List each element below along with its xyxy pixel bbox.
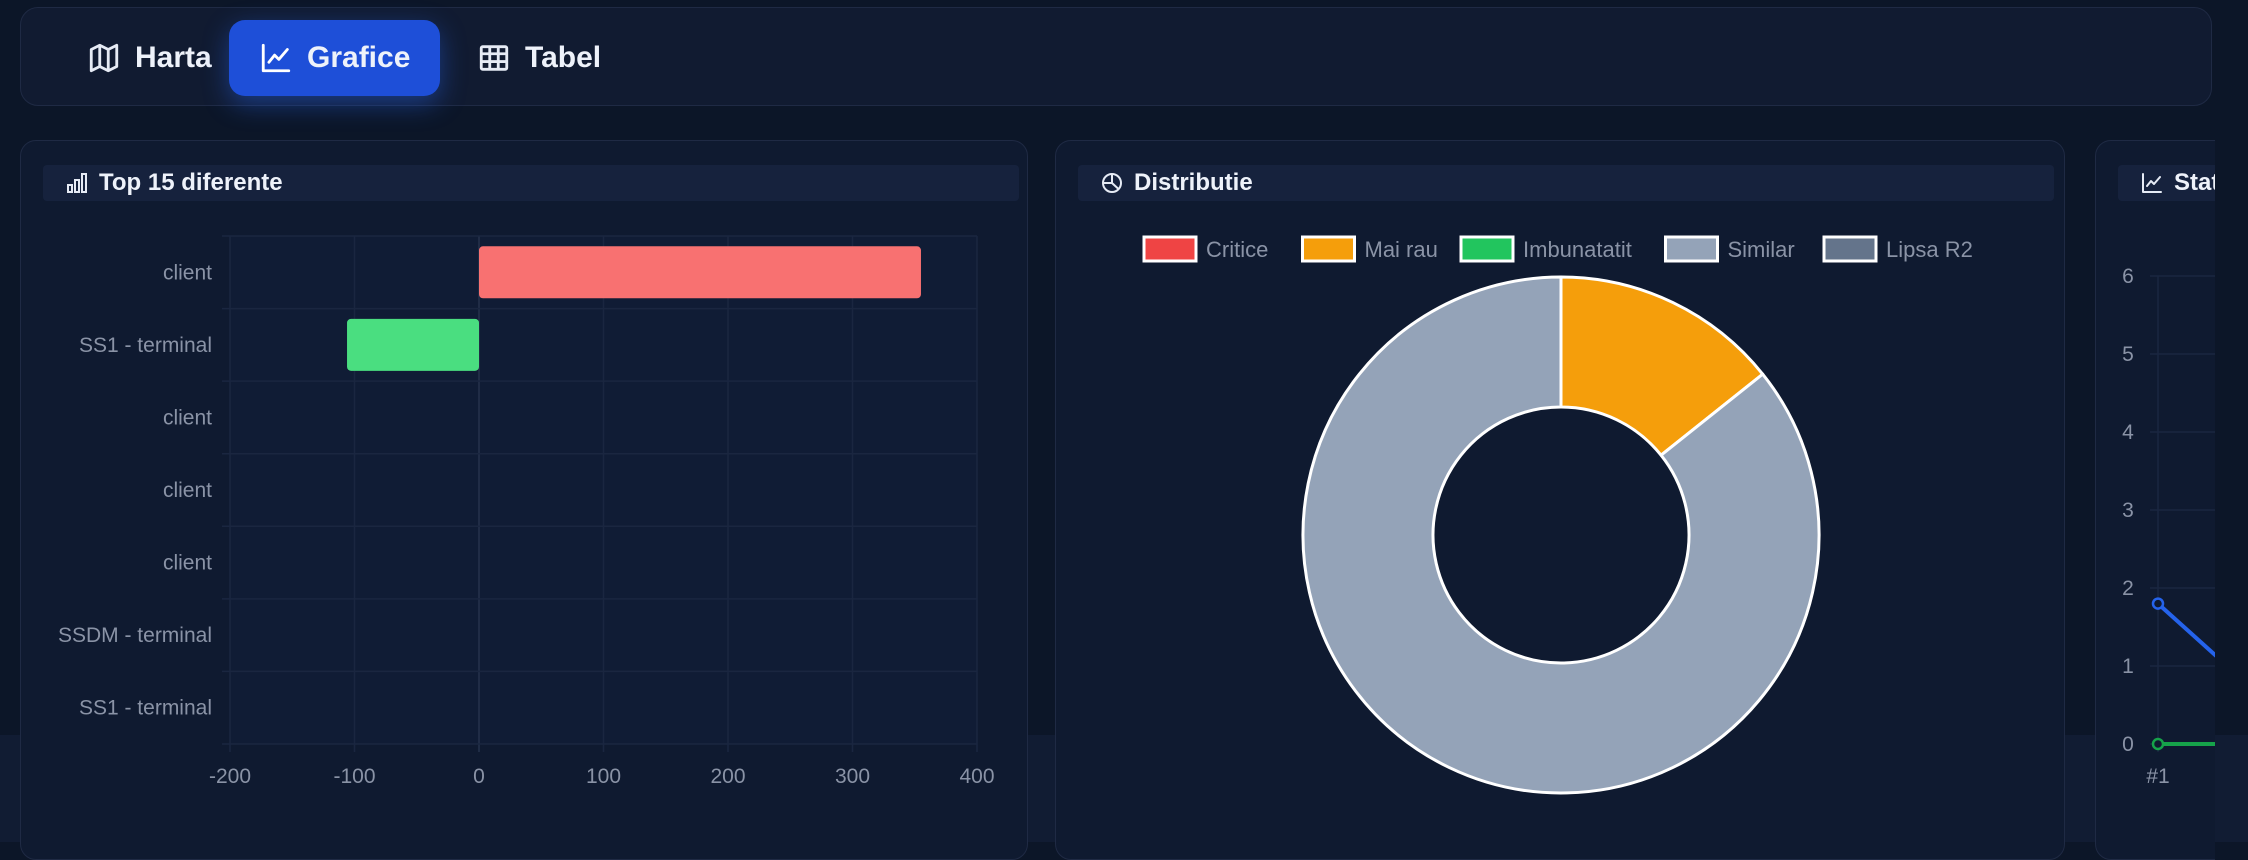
x-tick-label: 0 xyxy=(473,765,485,788)
bar xyxy=(347,318,479,371)
y-tick-label: 0 xyxy=(2122,733,2134,756)
legend-swatch xyxy=(1664,235,1719,263)
x-tick-label: 100 xyxy=(586,765,621,788)
distribution-card: Distributie Critice Mai rau Imbunatatit Sim… xyxy=(1055,140,2065,860)
x-tick-label: 200 xyxy=(710,765,745,788)
y-tick-label: 6 xyxy=(2122,265,2134,288)
map-icon xyxy=(89,43,119,73)
top-differences-card: Top 15 diferente -200 -100 0 100 200 300 400 cl… xyxy=(20,140,1028,860)
legend-label: Imbunatatit xyxy=(1523,237,1632,262)
x-tick-label: 300 xyxy=(835,765,870,788)
legend-label: Critice xyxy=(1206,237,1268,262)
tab-harta-label: Harta xyxy=(135,41,212,74)
y-tick-label: 3 xyxy=(2122,499,2134,522)
tab-grafice[interactable]: Grafice xyxy=(229,20,441,96)
statistics-card-clip: Statistici 0123456#1 xyxy=(2095,140,2215,860)
legend-swatch xyxy=(1822,235,1878,263)
x-tick-label: #1 xyxy=(2146,765,2169,788)
series-point xyxy=(2151,737,2165,751)
legend-label: Mai rau xyxy=(1365,237,1438,262)
y-category-label: client xyxy=(163,552,212,575)
y-category-label: client xyxy=(163,406,212,429)
legend-swatch xyxy=(1459,235,1515,263)
tab-grafice-label: Grafice xyxy=(307,41,411,74)
legend-label: Similar xyxy=(1728,237,1795,262)
statistics-card: Statistici 0123456#1 xyxy=(2095,140,2215,860)
series-line xyxy=(2156,602,2215,658)
y-tick-label: 5 xyxy=(2122,343,2134,366)
y-tick-label: 2 xyxy=(2122,577,2134,600)
y-category-label: SS1 - terminal xyxy=(79,697,212,720)
y-category-label: client xyxy=(163,261,212,284)
legend-swatch xyxy=(1301,235,1356,263)
y-category-label: client xyxy=(163,479,212,502)
x-tick-label: -200 xyxy=(209,765,251,788)
y-tick-label: 4 xyxy=(2122,421,2134,444)
statistics-chart: 0 1 2 3 4 5 6 #1 xyxy=(2122,265,2215,788)
line-chart-icon xyxy=(261,43,291,73)
series-point xyxy=(2151,597,2165,610)
x-tick-label: -100 xyxy=(333,765,375,788)
distribution-chart: Critice Mai rau Imbunatatit Similar Lipsa R2 xyxy=(1142,235,1973,795)
tab-tabel[interactable]: Tabel xyxy=(447,20,631,96)
legend-label: Lipsa R2 xyxy=(1886,237,1973,262)
view-tab-bar: Harta Grafice Tabel xyxy=(20,7,2212,106)
y-category-label: SS1 - terminal xyxy=(79,334,212,357)
tab-harta[interactable]: Harta xyxy=(57,20,242,96)
tab-tabel-label: Tabel xyxy=(525,41,602,74)
y-category-label: SSDM - terminal xyxy=(58,624,212,647)
top-differences-chart: -200 -100 0 100 200 300 400 client SS1 - termina… xyxy=(58,235,995,788)
table-icon xyxy=(479,45,509,71)
y-tick-label: 1 xyxy=(2122,655,2134,678)
bar xyxy=(479,246,921,299)
x-tick-label: 400 xyxy=(959,765,994,788)
legend-swatch xyxy=(1142,235,1198,263)
